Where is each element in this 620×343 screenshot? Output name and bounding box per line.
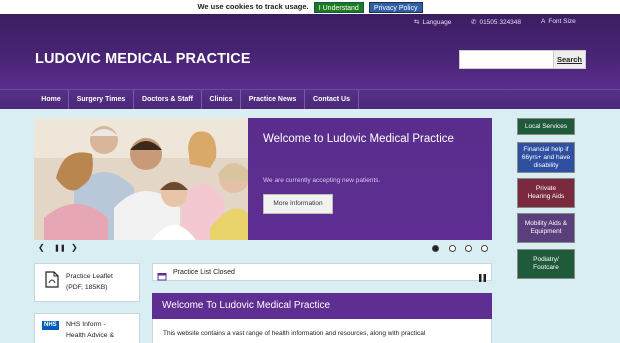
- carousel-dot-3[interactable]: [465, 245, 472, 252]
- nhs-inform-box[interactable]: NHS NHS Inform - Health Advice &: [34, 313, 140, 343]
- nav-clinics[interactable]: Clinics: [202, 90, 241, 109]
- nhs-inform-subtitle: Health Advice &: [66, 332, 114, 339]
- carousel-prev-icon[interactable]: ❮: [38, 243, 45, 252]
- hero-title: Welcome to Ludovic Medical Practice: [263, 133, 454, 145]
- welcome-heading: Welcome To Ludovic Medical Practice: [152, 293, 492, 319]
- leaflet-size: (PDF, 185KB): [66, 284, 108, 291]
- carousel-dot-2[interactable]: [449, 245, 456, 252]
- cookie-accept-button[interactable]: I Understand: [313, 1, 364, 13]
- nav-practice-news[interactable]: Practice News: [241, 90, 305, 109]
- carousel-dot-4[interactable]: [481, 245, 488, 252]
- pause-icon[interactable]: [479, 269, 486, 287]
- leaflet-title: Practice Leaflet: [66, 273, 113, 280]
- carousel-next-icon[interactable]: ❯: [71, 243, 78, 252]
- site-header: ⇆ Language ✆ 01505 324348 A Font Size LUDOV…: [0, 14, 620, 89]
- cookie-message: We use cookies to track usage.: [197, 2, 309, 11]
- sidebar-mobility-aids[interactable]: Mobility Aids & Equipment: [517, 213, 575, 243]
- nav-surgery-times[interactable]: Surgery Times: [69, 90, 134, 109]
- nav-contact-us[interactable]: Contact Us: [305, 90, 359, 109]
- carousel-dot-1[interactable]: [432, 245, 439, 252]
- phone-icon: ✆: [471, 19, 477, 26]
- phone-text: 01505 324348: [479, 19, 522, 26]
- carousel-pause-icon[interactable]: ❚❚: [54, 244, 66, 252]
- phone-number: ✆ 01505 324348: [471, 18, 521, 26]
- welcome-text: This website contains a vast range of he…: [163, 330, 426, 337]
- privacy-policy-button[interactable]: Privacy Policy: [368, 1, 423, 13]
- language-selector[interactable]: ⇆ Language: [414, 18, 451, 26]
- sidebar-podiatry[interactable]: Podiatry/ Footcare: [517, 249, 575, 279]
- nhs-inform-title: NHS Inform -: [66, 321, 106, 328]
- more-information-button[interactable]: More Information: [263, 194, 333, 214]
- nav-home[interactable]: Home: [34, 90, 69, 109]
- hero-family-photo: [34, 118, 248, 240]
- site-title[interactable]: LUDOVIC MEDICAL PRACTICE: [35, 51, 251, 67]
- language-label: Language: [422, 19, 452, 26]
- practice-leaflet-box[interactable]: Practice Leaflet (PDF, 185KB): [34, 263, 140, 302]
- sidebar-financial-help[interactable]: Financial help if 66yrs+ and have disabi…: [517, 142, 575, 173]
- search-input[interactable]: [459, 50, 554, 69]
- notice-text: Practice List Closed: [173, 269, 235, 276]
- sidebar-private-hearing-aids[interactable]: Private Hearing Aids: [517, 178, 575, 208]
- font-size-icon: A: [541, 18, 546, 25]
- sidebar-local-services[interactable]: Local Services: [517, 118, 575, 135]
- welcome-body: This website contains a vast range of he…: [152, 319, 492, 343]
- pdf-icon: [45, 271, 59, 293]
- cookie-bar: We use cookies to track usage. I Underst…: [0, 0, 620, 14]
- font-size-label: Font Size: [548, 18, 576, 25]
- hero-panel: Welcome to Ludovic Medical Practice We a…: [248, 118, 492, 240]
- nhs-logo: NHS: [42, 321, 59, 330]
- hero-subtitle: We are currently accepting new patients.: [263, 177, 381, 184]
- nav-doctors-staff[interactable]: Doctors & Staff: [134, 90, 202, 109]
- notice-bar: Practice List Closed: [152, 263, 492, 282]
- font-size-control[interactable]: A Font Size: [541, 18, 576, 25]
- main-nav: Home Surgery Times Doctors & Staff Clini…: [0, 89, 620, 109]
- calendar-icon: [157, 268, 167, 286]
- search-button[interactable]: Search: [553, 50, 586, 69]
- language-icon: ⇆: [414, 19, 420, 26]
